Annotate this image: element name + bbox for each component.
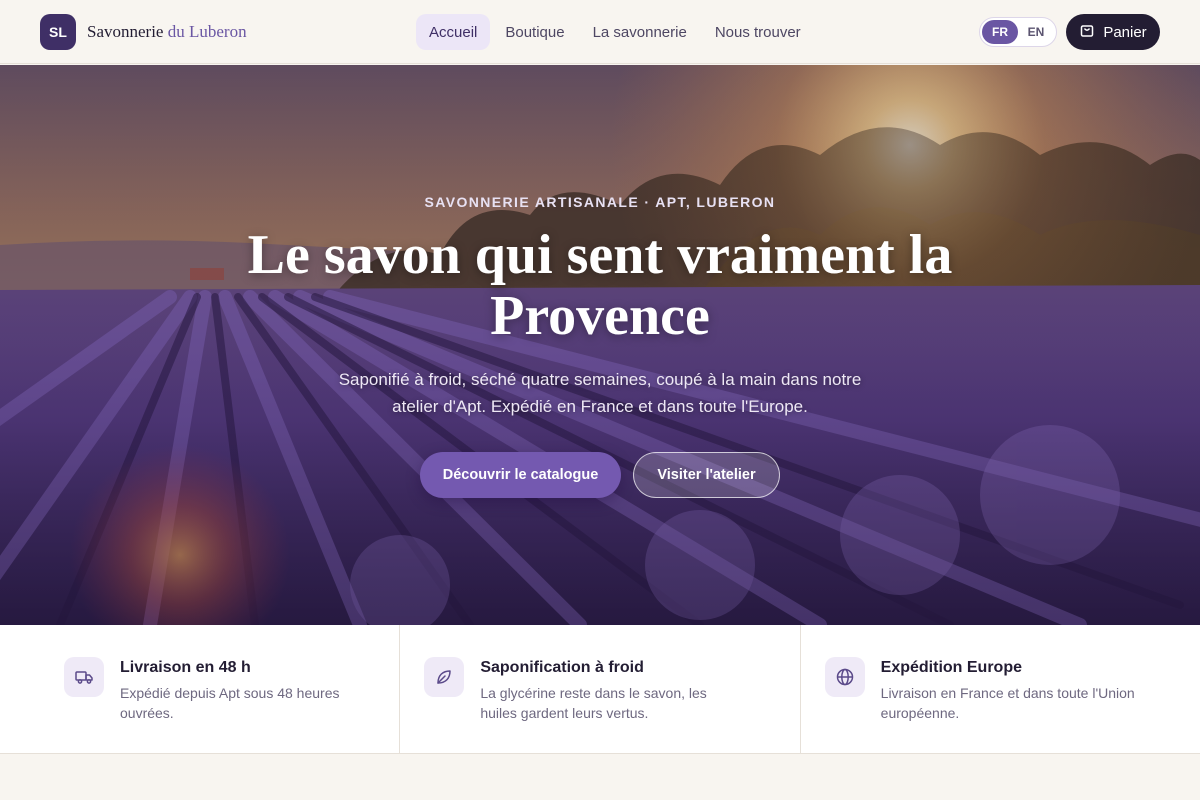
lang-option-en[interactable]: EN [1018,20,1054,44]
hero-headline: Le savon qui sent vraiment la Provence [247,224,953,347]
brand-name[interactable]: Savonnerie du Luberon [87,22,247,42]
feature-title: Saponification à froid [480,659,644,676]
feature-description: Livraison en France et dans toute l'Unio… [880,685,1135,721]
feature-cold-process-text: Saponification à froid La glycérine rest… [480,659,740,723]
language-switcher: FR EN [979,17,1057,47]
nav-item-boutique[interactable]: Boutique [492,14,577,50]
cart-button[interactable]: Panier [1066,14,1160,50]
logo-badge[interactable]: SL [40,13,76,50]
hero-section: SAVONNERIE ARTISANALE · APT, LUBERON Le … [0,65,1200,625]
nav-item-accueil[interactable]: Accueil [416,14,491,50]
shopping-bag-icon [1079,22,1095,42]
feature-description: Expédié depuis Apt sous 48 heures ouvrée… [120,685,340,721]
feature-description: La glycérine reste dans le savon, les hu… [480,685,707,721]
feature-delivery: Livraison en 48 h Expédié depuis Apt sou… [0,625,401,753]
truck-icon [64,657,104,697]
brand-name-part1: Savonnerie [87,21,164,41]
hero-eyebrow: SAVONNERIE ARTISANALE · APT, LUBERON [424,194,776,210]
main-nav: Accueil Boutique La savonnerie Nous trou… [416,14,816,50]
nav-item-savonnerie[interactable]: La savonnerie [580,14,700,50]
brand-name-part2: du Luberon [167,21,247,41]
features-strip: Livraison en 48 h Expédié depuis Apt sou… [0,625,1200,754]
visit-workshop-button[interactable]: Visiter l'atelier [633,452,780,498]
page-bottom-band [0,755,1200,800]
lang-option-fr[interactable]: FR [982,20,1018,44]
discover-catalogue-button[interactable]: Découvrir le catalogue [420,452,621,498]
feature-title: Expédition Europe [880,659,1022,676]
feature-europe-shipping: Expédition Europe Livraison en France et… [801,625,1200,753]
cart-label: Panier [1103,23,1147,41]
site-header: SL Savonnerie du Luberon Accueil Boutiqu… [0,0,1200,64]
hero-subtitle: Saponifié à froid, séché quatre semaines… [338,370,862,416]
feature-europe-shipping-text: Expédition Europe Livraison en France et… [881,659,1141,723]
leaf-icon [424,657,465,697]
feature-title: Livraison en 48 h [120,659,251,676]
feature-delivery-text: Livraison en 48 h Expédié depuis Apt sou… [120,659,380,723]
feature-cold-process: Saponification à froid La glycérine rest… [400,625,801,753]
nav-item-nous-trouver[interactable]: Nous trouver [702,14,814,50]
globe-icon [824,657,865,697]
brand[interactable]: SL Savonnerie du Luberon [40,13,247,50]
